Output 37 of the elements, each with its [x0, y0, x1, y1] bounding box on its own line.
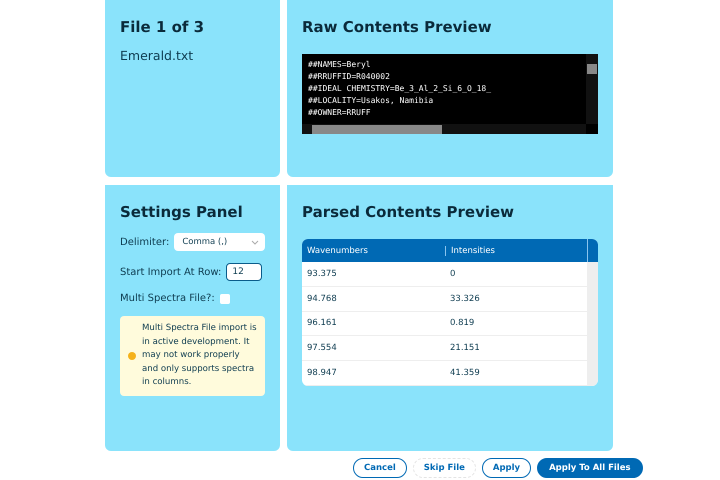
table-cell-text: 33.326 — [449, 294, 481, 304]
table-cell-text: 21.151 — [449, 343, 481, 354]
column-header: Wavenumbers — [306, 246, 369, 256]
table-cell-text: 94.768 — [306, 294, 338, 304]
delimiter-select[interactable]: Comma (,) — [174, 233, 265, 251]
raw-text-line: ##LOCALITY=Usakos, Namibia — [308, 96, 434, 105]
horizontal-scrollbar[interactable] — [302, 124, 586, 134]
field-label: Multi Spectra File?: — [120, 293, 215, 304]
vertical-scrollbar[interactable] — [587, 262, 598, 386]
panel-title: Settings Panel — [120, 203, 244, 221]
raw-text-line: ##IDEAL CHEMISTRY=Be_3_Al_2_Si_6_O_18_ — [308, 84, 492, 93]
chevron-down-icon — [251, 240, 259, 244]
checkbox[interactable] — [220, 294, 230, 304]
panel-title: Raw Contents Preview — [302, 18, 493, 36]
warning-text: Multi Spectra File import is in active development. It may not work properly and only supports spectra in columns. — [142, 322, 257, 389]
action-button[interactable]: Cancel — [353, 458, 407, 478]
table-cell-text: 0 — [449, 268, 456, 279]
table-cell-text: 0.819 — [449, 318, 476, 328]
field-label: Delimiter: — [120, 236, 170, 248]
action-button[interactable]: Apply — [482, 458, 532, 478]
start-row-input[interactable]: 12 — [226, 263, 262, 281]
table-cell-text: 41.359 — [449, 368, 481, 378]
raw-text-line: ##OWNER=RRUFF — [308, 108, 372, 117]
action-button[interactable]: Skip File — [412, 458, 476, 478]
table-cell-text: 97.554 — [306, 343, 338, 354]
panel-title: Parsed Contents Preview — [302, 203, 516, 221]
column-header: Intensities — [445, 246, 587, 256]
vertical-scrollbar[interactable] — [586, 54, 598, 124]
raw-text-line: ##NAMES=Beryl — [308, 60, 372, 69]
raw-text-line: ##RRUFFID=R040002 — [308, 72, 391, 81]
table-cell-text: 96.161 — [306, 318, 338, 328]
table-cell-text: 98.947 — [306, 368, 338, 378]
file-name: Emerald.txt — [120, 48, 194, 63]
field-label: Start Import At Row: — [120, 266, 222, 278]
primary-button[interactable]: Apply To All Files — [537, 458, 643, 478]
panel-title: File 1 of 3 — [120, 18, 206, 36]
table-cell-text: 93.375 — [306, 268, 338, 279]
